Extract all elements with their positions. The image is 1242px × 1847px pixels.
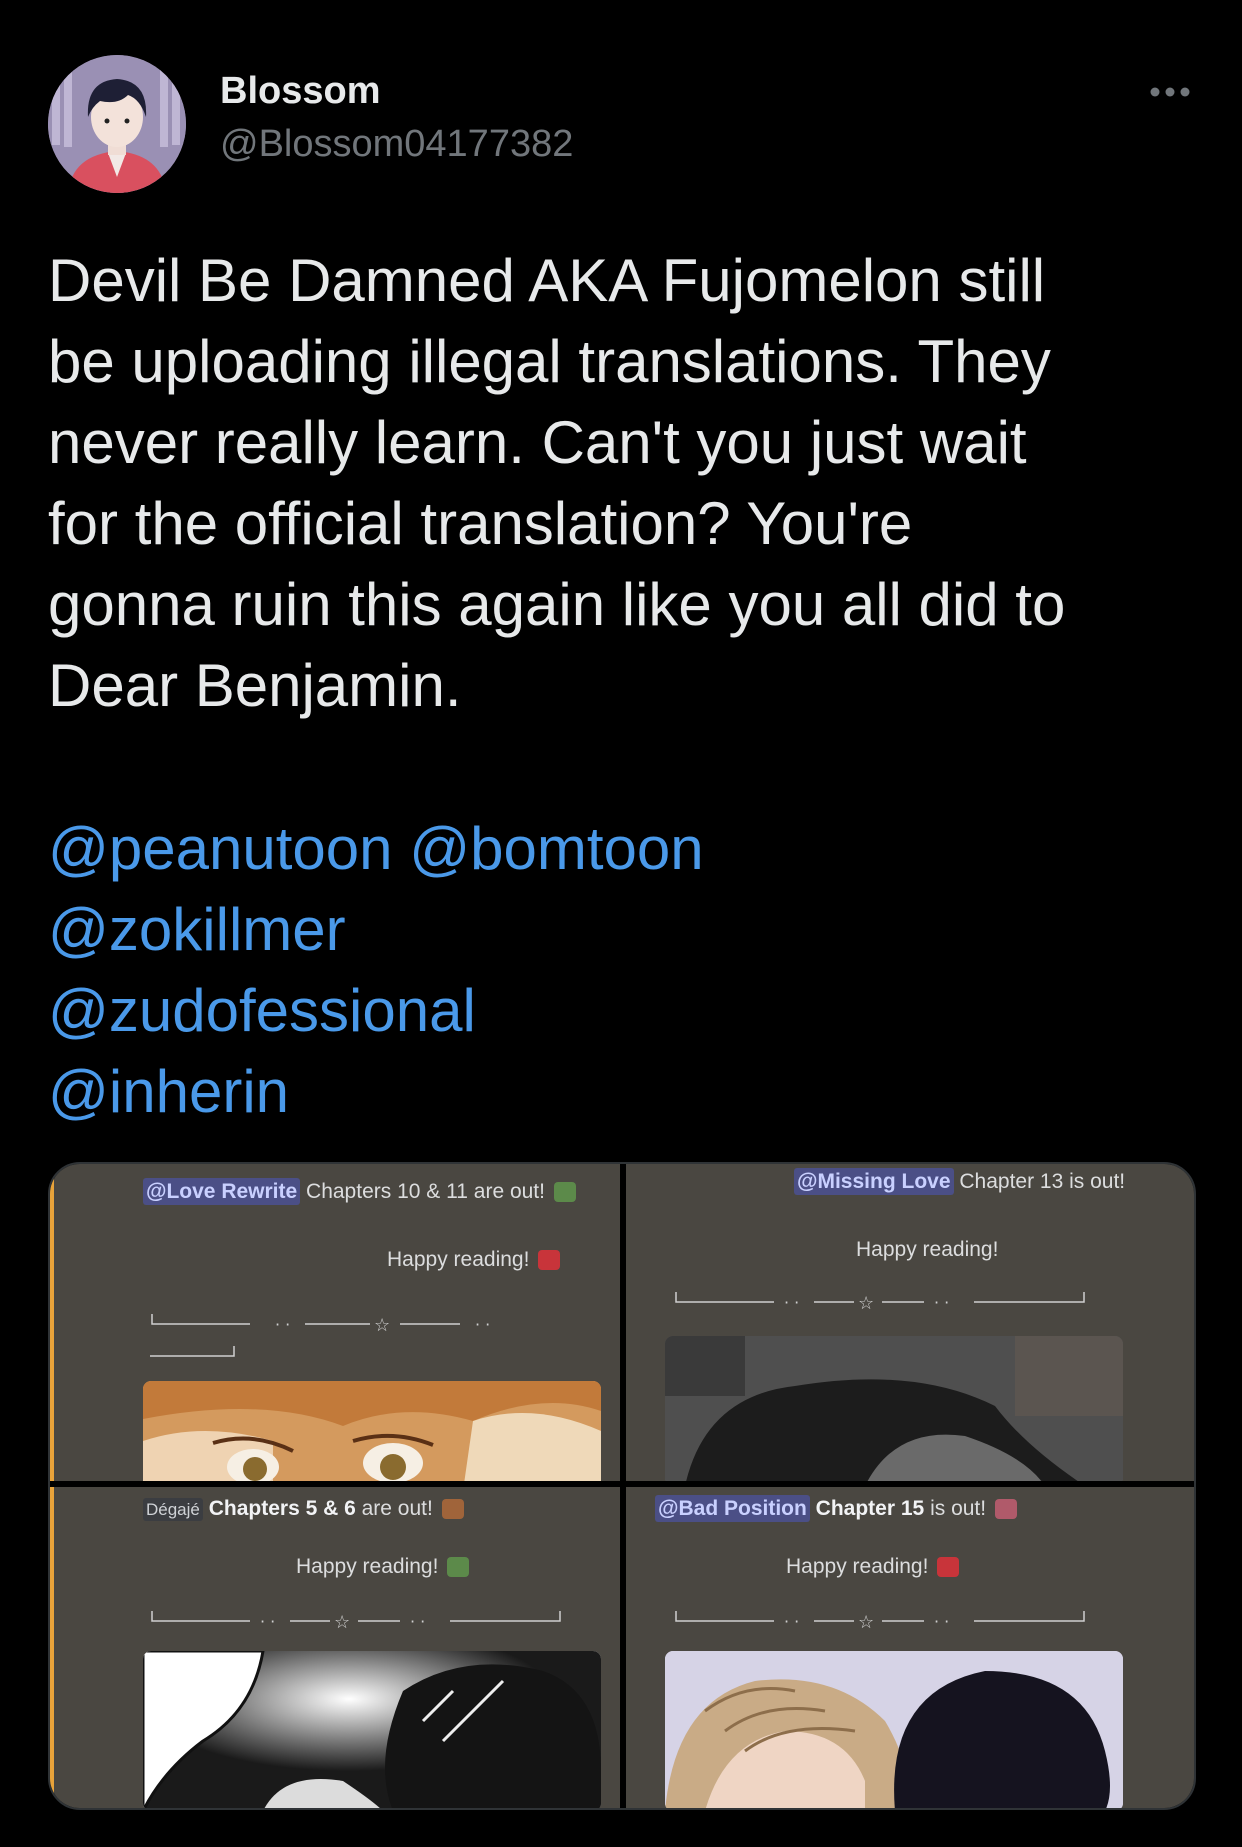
channel-mention: @Love Rewrite (143, 1178, 301, 1205)
accent-bar (50, 1487, 54, 1808)
announcement-line: @Missing Love Chapter 13 is out! (794, 1168, 1126, 1195)
tweet-text: Devil Be Damned AKA Fujomelon still be u… (48, 240, 1198, 726)
svg-text:· ·: · · (934, 1293, 949, 1310)
announcement-text: Chapters 10 & 11 (306, 1180, 468, 1203)
svg-text:· ·: · · (475, 1315, 490, 1334)
sticker-emoji-icon (994, 1499, 1017, 1520)
media-image-1[interactable]: @Love Rewrite Chapters 10 & 11 are out! … (50, 1164, 620, 1481)
channel-mention: @Missing Love (794, 1168, 954, 1195)
media-image-4[interactable]: @Bad Position Chapter 15 is out! Happy r… (626, 1487, 1194, 1808)
happy-reading-text: Happy reading! (387, 1248, 530, 1271)
comic-thumbnail (143, 1651, 601, 1808)
decorative-divider: · · ☆ · · (674, 1609, 1094, 1629)
happy-reading-line: Happy reading! (296, 1555, 470, 1579)
announcement-text: Chapter 13 is out! (959, 1170, 1126, 1193)
sticker-emoji-icon (441, 1499, 464, 1520)
announcement-line: @Bad Position Chapter 15 is out! (655, 1495, 1017, 1522)
tweet-body: Devil Be Damned AKA Fujomelon still be u… (48, 247, 1066, 719)
media-image-3[interactable]: Dégajé Chapters 5 & 6 are out! Happy rea… (50, 1487, 620, 1808)
accent-bar (50, 1164, 54, 1481)
comic-thumbnail (665, 1336, 1123, 1481)
svg-text:· ·: · · (784, 1612, 799, 1629)
svg-text:☆: ☆ (858, 1612, 874, 1629)
announcement-suffix: are out! (361, 1497, 433, 1520)
decorative-divider: · · ☆ · · (150, 1312, 570, 1357)
media-image-2[interactable]: @Missing Love Chapter 13 is out! Happy r… (626, 1164, 1194, 1481)
svg-text:· ·: · · (934, 1612, 949, 1629)
announcement-text: Chapters 5 & 6 (208, 1497, 356, 1520)
channel-mention: @Bad Position (655, 1495, 810, 1522)
svg-text:· ·: · · (410, 1612, 425, 1629)
svg-text:· ·: · · (275, 1315, 290, 1334)
mention-link[interactable]: @zokillmer (48, 889, 704, 970)
heart-emoji-icon (937, 1557, 960, 1578)
svg-text:☆: ☆ (334, 1612, 350, 1629)
announcement-suffix: is out! (930, 1497, 987, 1520)
tweet-mentions: @peanutoon @bomtoon @zokillmer @zudofess… (48, 808, 704, 1132)
happy-reading-line: Happy reading! (387, 1248, 561, 1272)
avatar[interactable] (48, 55, 186, 193)
svg-text:☆: ☆ (374, 1315, 390, 1336)
announcement-line: Dégajé Chapters 5 & 6 are out! (143, 1497, 464, 1521)
decorative-divider: · · ☆ · · (150, 1609, 570, 1629)
mention-link[interactable]: @zudofessional (48, 970, 704, 1051)
frog-emoji-icon (447, 1557, 470, 1578)
comic-thumbnail (143, 1381, 601, 1481)
media-grid[interactable]: @Love Rewrite Chapters 10 & 11 are out! … (48, 1162, 1196, 1810)
mention-link[interactable]: @inherin (48, 1051, 704, 1132)
heart-emoji-icon (538, 1250, 561, 1271)
author-name[interactable]: Blossom (220, 70, 380, 113)
channel-mention: Dégajé (143, 1498, 203, 1521)
decorative-divider: · · ☆ · · (674, 1290, 1094, 1310)
happy-reading-text: Happy reading! (296, 1555, 439, 1578)
happy-reading-text: Happy reading! (856, 1238, 999, 1261)
happy-reading-line: Happy reading! (786, 1555, 960, 1579)
more-horizontal-icon (1150, 87, 1190, 97)
svg-text:· ·: · · (260, 1612, 275, 1629)
avatar-illustration (48, 55, 186, 193)
mention-link[interactable]: @peanutoon @bomtoon (48, 808, 704, 889)
happy-reading-line: Happy reading! (856, 1238, 998, 1262)
more-options-button[interactable] (1148, 72, 1192, 112)
svg-text:☆: ☆ (858, 1293, 874, 1310)
svg-text:· ·: · · (784, 1293, 799, 1310)
announcement-line: @Love Rewrite Chapters 10 & 11 are out! (143, 1178, 576, 1205)
frog-emoji-icon (553, 1182, 576, 1203)
author-handle[interactable]: @Blossom04177382 (220, 123, 573, 166)
announcement-suffix: are out! (473, 1180, 545, 1203)
happy-reading-text: Happy reading! (786, 1555, 929, 1578)
announcement-text: Chapter 15 (815, 1497, 925, 1520)
comic-thumbnail (665, 1651, 1123, 1808)
